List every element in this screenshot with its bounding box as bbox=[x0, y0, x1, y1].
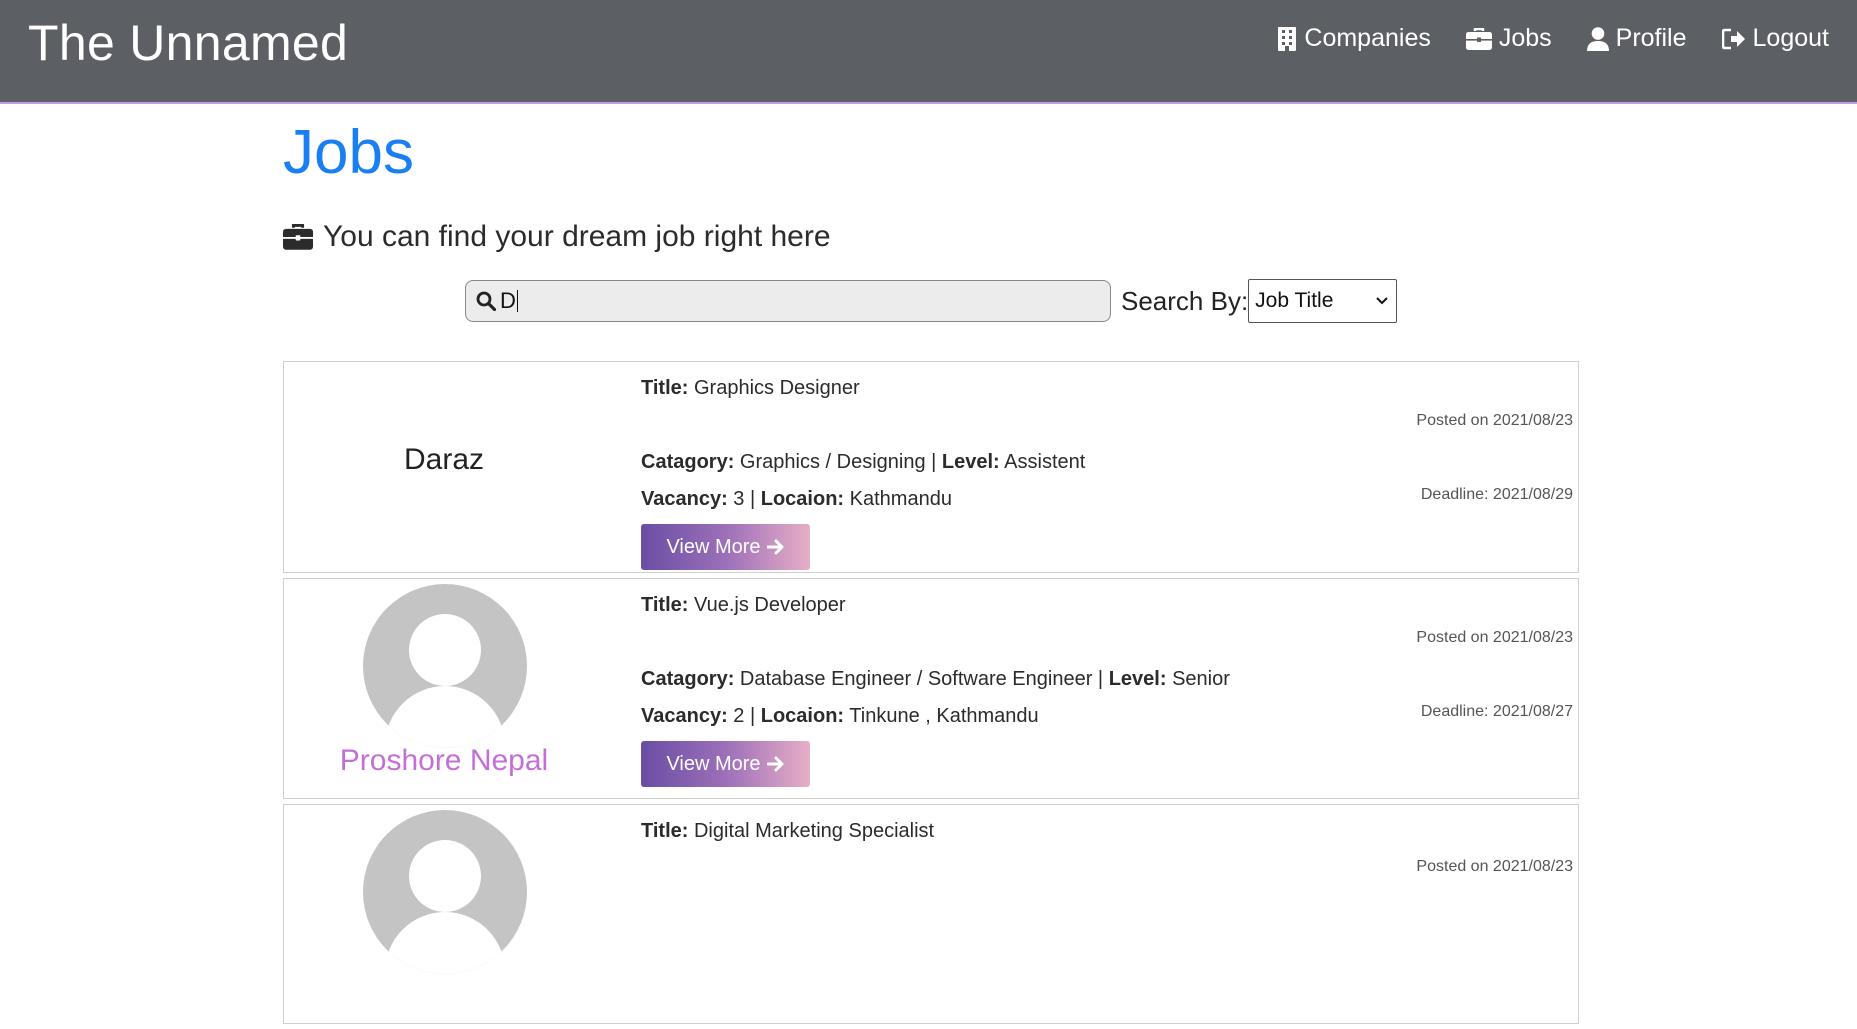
job-title-line: Title: Vue.js Developer bbox=[641, 594, 846, 617]
job-deadline: Deadline: 2021/08/27 bbox=[1420, 703, 1573, 720]
company-column: Proshore Nepal bbox=[284, 579, 604, 798]
search-by-label: Search By: bbox=[1121, 285, 1249, 316]
job-level: Assistent bbox=[1004, 451, 1086, 473]
job-list: Daraz Title: Graphics Designer Catagory:… bbox=[283, 361, 1579, 1029]
job-title-line: Title: Digital Marketing Specialist bbox=[641, 820, 934, 843]
view-more-label: View More bbox=[666, 752, 761, 775]
job-card: Daraz Title: Graphics Designer Catagory:… bbox=[283, 361, 1579, 573]
logout-icon bbox=[1721, 28, 1745, 49]
job-level-label: Level: bbox=[1108, 668, 1167, 690]
briefcase-icon bbox=[283, 224, 313, 250]
company-name[interactable]: Daraz bbox=[284, 443, 604, 477]
job-location: Kathmandu bbox=[849, 488, 952, 510]
job-title-label: Title: bbox=[641, 594, 689, 616]
job-posted-date: Posted on 2021/08/23 bbox=[1416, 412, 1573, 429]
search-by-selected: Job Title bbox=[1255, 289, 1334, 312]
main-container: Jobs You can find your dream job right h… bbox=[283, 104, 1579, 1024]
job-category: Database Engineer / Software Engineer bbox=[739, 668, 1093, 690]
job-card: Proshore Nepal Title: Vue.js Developer C… bbox=[283, 578, 1579, 799]
search-input[interactable]: D bbox=[465, 280, 1111, 322]
job-vacancy-label: Vacancy: bbox=[641, 488, 728, 510]
nav-jobs-label: Jobs bbox=[1498, 24, 1552, 52]
search-input-value: D bbox=[500, 288, 518, 313]
nav-jobs-link[interactable]: Jobs bbox=[1465, 24, 1552, 53]
building-icon bbox=[1278, 26, 1297, 51]
job-location: Tinkune , Kathmandu bbox=[849, 705, 1039, 727]
search-row: D Search By: Job Title bbox=[465, 279, 1398, 323]
job-level: Senior bbox=[1172, 668, 1230, 690]
job-vacancy: 3 bbox=[733, 488, 745, 510]
job-title-line: Title: Graphics Designer bbox=[641, 377, 860, 400]
company-column: Daraz bbox=[284, 362, 604, 572]
nav-logout-link[interactable]: Logout bbox=[1721, 24, 1829, 53]
job-posted-date: Posted on 2021/08/23 bbox=[1416, 629, 1573, 646]
job-location-label: Locaion: bbox=[760, 488, 845, 510]
job-category: Graphics / Designing bbox=[739, 451, 926, 473]
job-category-label: Catagory: bbox=[641, 668, 735, 690]
job-title-label: Title: bbox=[641, 377, 689, 399]
chevron-down-icon bbox=[1376, 297, 1388, 305]
job-deadline: Deadline: 2021/08/29 bbox=[1420, 486, 1573, 503]
subtitle-text: You can find your dream job right here bbox=[323, 220, 831, 253]
job-category-label: Catagory: bbox=[641, 451, 735, 473]
nav-profile-label: Profile bbox=[1615, 24, 1687, 52]
top-navbar: The Unnamed Companies Jobs Profile Logou… bbox=[0, 0, 1857, 104]
job-title: Vue.js Developer bbox=[693, 594, 846, 616]
job-card: Title: Digital Marketing Specialist Post… bbox=[283, 804, 1579, 1024]
search-by-select[interactable]: Job Title bbox=[1248, 279, 1398, 323]
job-location-label: Locaion: bbox=[760, 705, 845, 727]
view-more-button[interactable]: View More bbox=[641, 741, 810, 787]
job-posted-date: Posted on 2021/08/23 bbox=[1416, 858, 1573, 875]
job-title-label: Title: bbox=[641, 820, 689, 842]
job-category-line: Catagory: Graphics / Designing | Level: … bbox=[641, 451, 1086, 473]
company-avatar bbox=[363, 810, 527, 974]
job-vacancy: 2 bbox=[733, 705, 745, 727]
nav-companies-label: Companies bbox=[1304, 24, 1431, 52]
briefcase-icon bbox=[1465, 27, 1492, 50]
nav-companies-link[interactable]: Companies bbox=[1277, 24, 1431, 53]
search-icon bbox=[476, 291, 496, 311]
nav-profile-link[interactable]: Profile bbox=[1586, 24, 1687, 53]
page-subtitle: You can find your dream job right here bbox=[283, 220, 1579, 254]
nav-links: Companies Jobs Profile Logout bbox=[1242, 24, 1829, 53]
arrow-right-icon bbox=[766, 756, 784, 772]
job-title: Graphics Designer bbox=[693, 377, 860, 399]
company-name[interactable]: Proshore Nepal bbox=[284, 744, 604, 778]
arrow-right-icon bbox=[766, 539, 784, 555]
job-vacancy-label: Vacancy: bbox=[641, 705, 728, 727]
job-category-line: Catagory: Database Engineer / Software E… bbox=[641, 668, 1230, 690]
brand-title[interactable]: The Unnamed bbox=[28, 14, 348, 72]
user-icon bbox=[1586, 26, 1609, 51]
nav-logout-label: Logout bbox=[1752, 24, 1829, 52]
view-more-button[interactable]: View More bbox=[641, 524, 810, 570]
job-vacancy-line: Vacancy: 2 | Locaion: Tinkune , Kathmand… bbox=[641, 705, 1039, 727]
job-vacancy-line: Vacancy: 3 | Locaion: Kathmandu bbox=[641, 488, 952, 510]
company-column bbox=[284, 805, 604, 1023]
page-title: Jobs bbox=[283, 118, 414, 187]
job-level-label: Level: bbox=[941, 451, 1000, 473]
company-avatar bbox=[363, 584, 527, 748]
job-title: Digital Marketing Specialist bbox=[693, 820, 935, 842]
view-more-label: View More bbox=[666, 535, 761, 558]
